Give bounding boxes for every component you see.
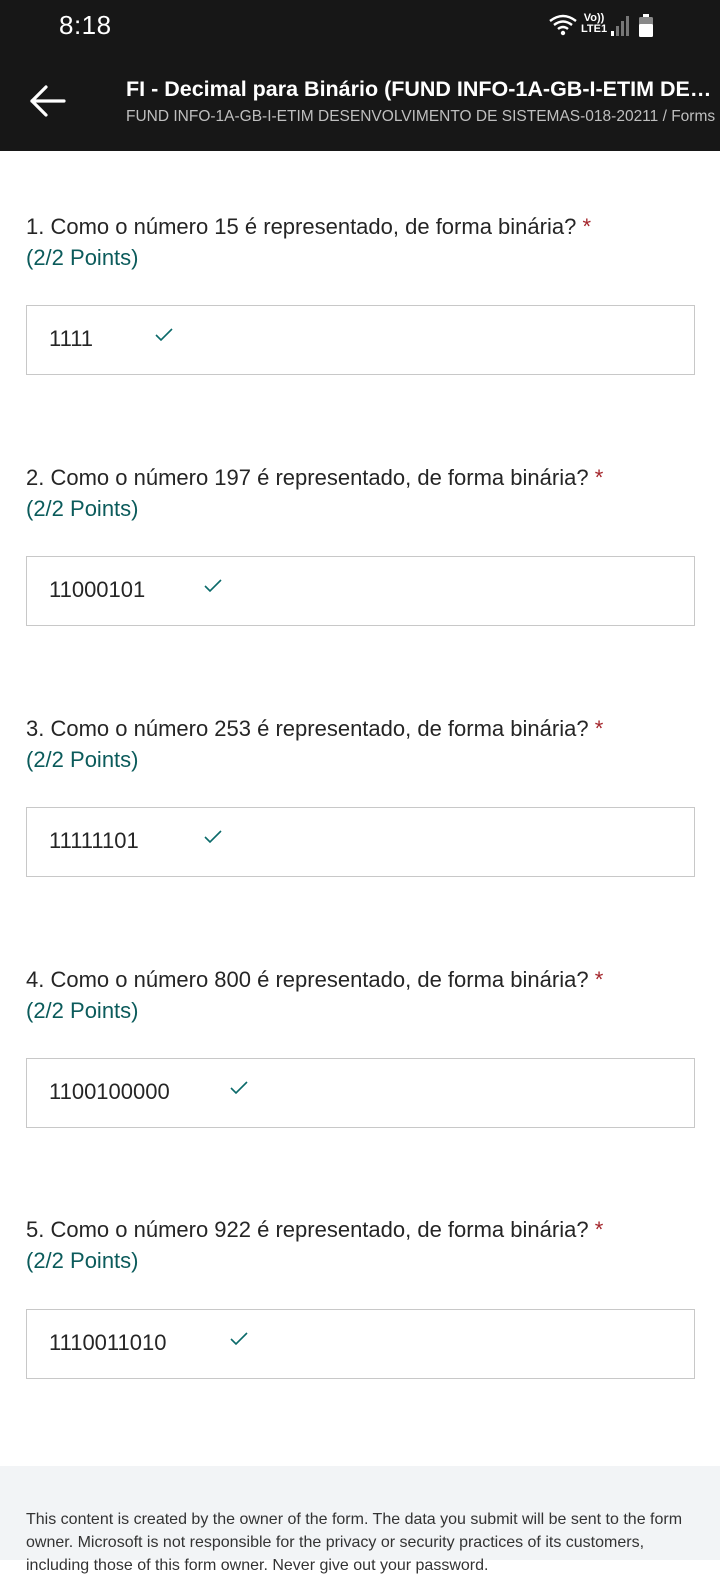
question-label: 3. Como o número 253 é representado, de … [26,716,589,741]
answer-value: 11000101 [49,577,146,602]
network-lte: LTE1 [581,23,608,35]
wifi-icon [548,13,578,42]
question-5: 5. Como o número 922 é representado, de … [26,1214,695,1379]
required-marker: * [594,465,604,490]
footer: This content is created by the owner of … [0,1466,720,1574]
answer-field[interactable]: 11111101 [26,807,695,877]
question-label: 5. Como o número 922 é representado, de … [26,1217,589,1242]
question-4: 4. Como o número 800 é representado, de … [26,964,695,1128]
question-text: 1. Como o número 15 é representado, de f… [26,211,695,273]
check-icon [204,830,222,849]
page-title: FI - Decimal para Binário (FUND INFO-1A-… [126,77,720,101]
answer-field[interactable]: 11000101 [26,556,695,626]
check-icon [204,579,222,598]
question-points: (2/2 Points) [26,998,139,1023]
required-marker: * [594,716,604,741]
signal-icon [611,15,631,42]
question-points: (2/2 Points) [26,245,139,270]
question-points: (2/2 Points) [26,496,139,521]
answer-value: 11111101 [49,828,139,853]
page-subtitle: FUND INFO-1A-GB-I-ETIM DESENVOLVIMENTO D… [126,108,716,125]
answer-value: 1100100000 [49,1079,170,1104]
back-button[interactable] [24,78,74,124]
question-label: 1. Como o número 15 é representado, de f… [26,214,577,239]
footer-disclaimer: This content is created by the owner of … [26,1511,683,1574]
status-icons: Vo)) LTE1 [548,11,668,41]
check-icon [230,1081,248,1100]
status-time: 8:18 [59,10,112,40]
answer-value: 1110011010 [49,1330,167,1355]
required-marker: * [594,1217,604,1242]
answer-value: 1111 [49,326,94,351]
check-icon [230,1332,248,1351]
question-text: 2. Como o número 197 é representado, de … [26,462,695,524]
question-text: 3. Como o número 253 é representado, de … [26,713,695,775]
question-text: 4. Como o número 800 é representado, de … [26,964,695,1026]
back-arrow-icon [24,85,74,128]
question-2: 2. Como o número 197 é representado, de … [26,462,695,626]
required-marker: * [594,967,604,992]
question-points: (2/2 Points) [26,747,139,772]
question-text: 5. Como o número 922 é representado, de … [26,1214,695,1276]
question-label: 4. Como o número 800 é representado, de … [26,967,589,992]
network-indicator: Vo)) LTE1 [581,13,607,35]
check-icon [155,328,173,347]
question-3: 3. Como o número 253 é representado, de … [26,713,695,877]
app-bar: FI - Decimal para Binário (FUND INFO-1A-… [0,52,720,151]
required-marker: * [582,214,592,239]
status-bar: 8:18 Vo)) LTE1 [0,0,720,52]
answer-field[interactable]: 1111 [26,305,695,375]
question-1: 1. Como o número 15 é representado, de f… [26,211,695,375]
answer-field[interactable]: 1100100000 [26,1058,695,1128]
answer-field[interactable]: 1110011010 [26,1309,695,1379]
battery-icon [638,14,654,43]
question-label: 2. Como o número 197 é representado, de … [26,465,589,490]
question-points: (2/2 Points) [26,1248,139,1273]
